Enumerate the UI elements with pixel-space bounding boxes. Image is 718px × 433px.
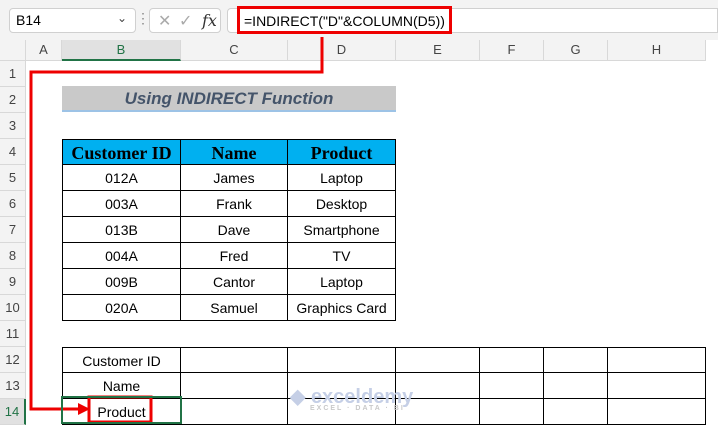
red-arrow — [29, 37, 324, 424]
